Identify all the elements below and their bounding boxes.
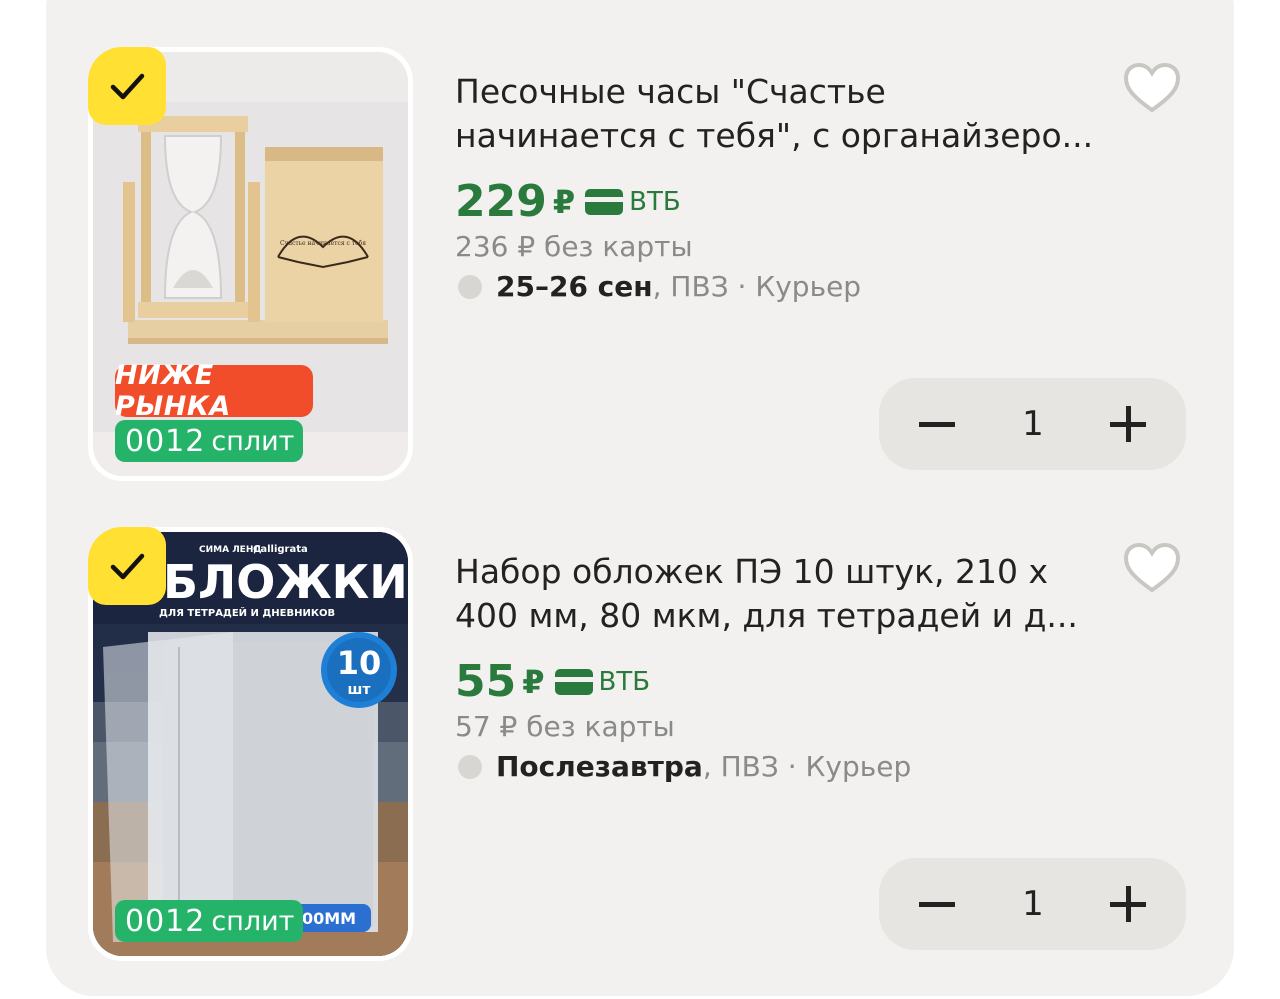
quantity-value: 1 xyxy=(1022,884,1044,924)
product-image[interactable]: СИМА ЛЕНД Calligrata БЛОЖКИ ДЛЯ ТЕТРАДЕЙ… xyxy=(88,527,413,961)
product-image[interactable]: Счастье начинается с тебя НИЖЕ РЫНКА 001… xyxy=(88,47,413,481)
card-icon xyxy=(554,668,593,695)
delivery-info: 25–26 сен, ПВЗ · Курьер xyxy=(458,270,861,303)
price-value: 229 xyxy=(455,176,547,227)
split-label: сплит xyxy=(211,425,295,457)
badge-below-market: НИЖЕ РЫНКА xyxy=(115,360,313,422)
old-price: 236 ₽ без карты xyxy=(455,230,693,263)
delivery-dot xyxy=(458,274,482,299)
split-digits: 0012 xyxy=(125,903,206,939)
heart-icon[interactable] xyxy=(1122,60,1182,116)
minus-icon[interactable] xyxy=(919,422,955,427)
image-subtitle: ДЛЯ ТЕТРАДЕЙ И ДНЕВНИКОВ xyxy=(159,606,335,619)
badge-split: 0012 сплит xyxy=(115,420,303,462)
old-price: 57 ₽ без карты xyxy=(455,710,675,743)
delivery-date: 25–26 сен xyxy=(496,270,653,303)
engraving-text: Счастье начинается с тебя xyxy=(280,240,366,247)
badge-split: 0012 сплит xyxy=(115,900,303,942)
size-tag: 00ММ xyxy=(302,909,356,928)
image-title: БЛОЖКИ xyxy=(163,555,408,609)
plus-icon[interactable] xyxy=(1110,886,1146,922)
heart-icon[interactable] xyxy=(1122,540,1182,596)
check-icon xyxy=(110,553,145,580)
quantity-value: 1 xyxy=(1022,404,1044,444)
delivery-info: Послезавтра, ПВЗ · Курьер xyxy=(458,750,911,783)
quantity-stepper: 1 xyxy=(879,858,1186,950)
bank-label: ВТБ xyxy=(629,186,681,217)
card-icon xyxy=(585,188,624,215)
select-checkbox[interactable] xyxy=(88,527,166,605)
delivery-methods: , ПВЗ · Курьер xyxy=(652,270,862,303)
split-label: сплит xyxy=(211,905,295,937)
delivery-date: Послезавтра xyxy=(496,750,703,783)
price-currency: ₽ xyxy=(522,662,545,701)
count-unit: шт xyxy=(348,682,372,698)
split-digits: 0012 xyxy=(125,423,206,459)
count-number: 10 xyxy=(337,644,382,682)
price-row: 55 ₽ ВТБ xyxy=(455,656,650,707)
bank-label: ВТБ xyxy=(598,666,651,697)
cart-item: СИМА ЛЕНД Calligrata БЛОЖКИ ДЛЯ ТЕТРАДЕЙ… xyxy=(0,524,1280,964)
price-currency: ₽ xyxy=(552,182,576,221)
select-checkbox[interactable] xyxy=(88,47,166,125)
price-value: 55 xyxy=(455,656,517,707)
minus-icon[interactable] xyxy=(919,902,955,907)
delivery-methods: , ПВЗ · Курьер xyxy=(702,750,912,783)
check-icon xyxy=(110,73,145,100)
product-title[interactable]: Песочные часы "Счастье начинается с тебя… xyxy=(455,70,1105,158)
delivery-dot xyxy=(458,754,482,779)
brand-text-2: Calligrata xyxy=(253,544,308,555)
plus-icon[interactable] xyxy=(1110,406,1146,442)
cart-item: Счастье начинается с тебя НИЖЕ РЫНКА 001… xyxy=(0,44,1280,484)
quantity-stepper: 1 xyxy=(879,378,1186,470)
price-row: 229 ₽ ВТБ xyxy=(455,176,681,227)
product-title[interactable]: Набор обложек ПЭ 10 штук, 210 х 400 мм, … xyxy=(455,550,1105,638)
